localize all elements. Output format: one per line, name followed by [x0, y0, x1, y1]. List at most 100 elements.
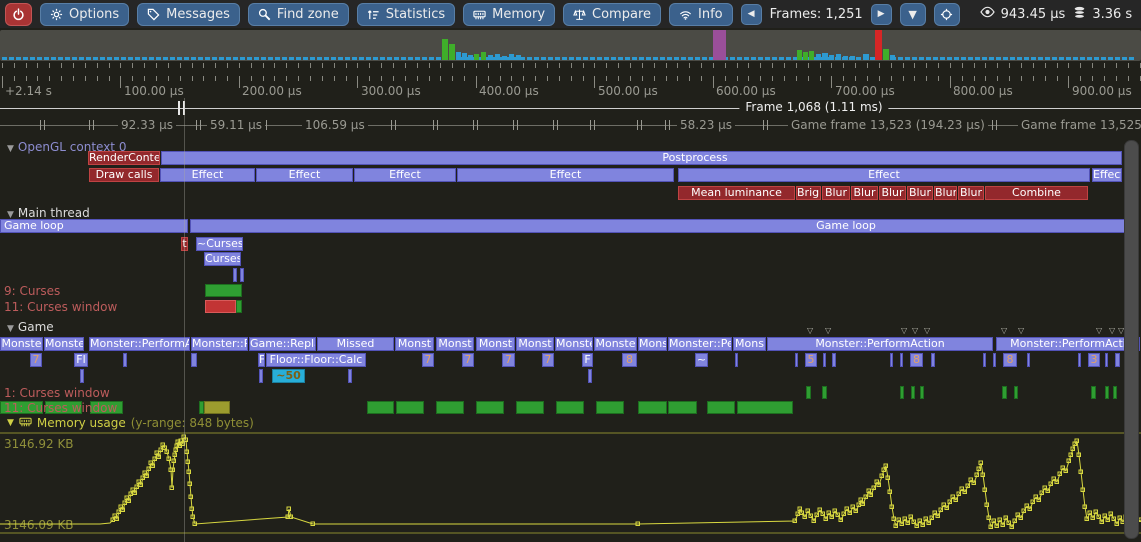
frame-histogram-bar[interactable] [289, 57, 294, 60]
frame-histogram-bar[interactable] [681, 57, 686, 60]
message-marker-icon[interactable]: ▽ [807, 327, 813, 335]
frame-histogram-bar[interactable] [674, 57, 679, 60]
frame-histogram-bar[interactable] [1052, 57, 1057, 60]
message-marker-icon[interactable]: ▽ [1096, 327, 1102, 335]
zone-bar[interactable]: RenderConte [88, 151, 160, 165]
frame-histogram-bar[interactable] [429, 57, 434, 60]
find-zone-button[interactable]: Find zone [248, 3, 349, 26]
frame-histogram-bar[interactable] [86, 57, 91, 60]
frame-histogram-bar[interactable] [919, 57, 924, 60]
zone-bar[interactable]: Effect [1092, 168, 1122, 182]
frame-histogram-bar[interactable] [261, 57, 266, 60]
frame-histogram-bar[interactable] [989, 57, 994, 60]
frame-separator-mark[interactable] [594, 120, 595, 130]
frame-histogram-bar[interactable] [37, 57, 42, 60]
zone-bar[interactable] [823, 353, 826, 367]
zone-bar[interactable] [191, 353, 197, 367]
frame-histogram-bar[interactable] [611, 57, 616, 60]
zone-bar[interactable]: Brigh [796, 186, 821, 200]
zone-bar[interactable]: Blur [958, 186, 984, 200]
frame-separator-mark[interactable] [437, 120, 438, 130]
compare-button[interactable]: Compare [563, 3, 661, 26]
frame-separator-mark[interactable] [196, 120, 197, 130]
frame-histogram-bar[interactable] [569, 57, 574, 60]
zone-bar[interactable]: Effect [256, 168, 353, 182]
frame-histogram-bar[interactable] [961, 57, 966, 60]
frame-histogram-bar[interactable] [1010, 57, 1015, 60]
frame-histogram-bar[interactable] [667, 57, 672, 60]
statistics-button[interactable]: Statistics [357, 3, 455, 26]
zone-bar[interactable]: Mons [733, 337, 766, 351]
frame-histogram-bar[interactable] [597, 57, 602, 60]
frame-histogram-bar[interactable] [836, 54, 841, 60]
frame-histogram-bar[interactable] [9, 57, 14, 60]
memory-section-header[interactable]: ▼ Memory usage (y-range: 848 bytes) [7, 415, 254, 431]
zone-bar[interactable] [1078, 353, 1081, 367]
frame-histogram-bar[interactable] [968, 57, 973, 60]
zone-bar[interactable]: 8 [910, 353, 923, 367]
info-button[interactable]: Info [669, 3, 733, 26]
lock-bar[interactable] [205, 300, 236, 313]
zone-bar[interactable]: Effect [160, 168, 255, 182]
zone-bar[interactable]: Combine [985, 186, 1088, 200]
focus-button[interactable] [934, 3, 960, 26]
frame-histogram-bar[interactable] [114, 57, 119, 60]
frame-histogram-bar[interactable] [233, 57, 238, 60]
frame-histogram-bar[interactable] [1094, 57, 1099, 60]
frame-histogram-bar[interactable] [481, 52, 486, 60]
frame-histogram-bar[interactable] [822, 53, 828, 60]
frame-histogram-bar[interactable] [534, 57, 539, 60]
zone-bar[interactable]: Fl [74, 353, 88, 367]
frame-histogram-bar[interactable] [247, 57, 252, 60]
zone-bar[interactable]: Monster::Pe [191, 337, 248, 351]
frame-histogram-bar[interactable] [58, 57, 63, 60]
collapse-triangle-icon[interactable]: ▼ [7, 324, 14, 334]
frame-histogram-bar[interactable] [890, 55, 895, 60]
frame-histogram-bar[interactable] [940, 57, 945, 60]
message-marker-icon[interactable]: ▽ [1018, 327, 1024, 335]
frame-histogram-bar[interactable] [1031, 57, 1036, 60]
frame-histogram-bar[interactable] [1045, 57, 1050, 60]
frame-histogram-bar[interactable] [121, 57, 126, 60]
frame-histogram-bar[interactable] [30, 57, 35, 60]
frame-histogram-bar[interactable] [352, 57, 357, 60]
frame-separator-label[interactable]: 106.59 µs [302, 118, 368, 132]
frame-histogram-bar[interactable] [198, 57, 203, 60]
zone-bar[interactable]: Monste [594, 337, 637, 351]
frame-histogram-bar[interactable] [296, 57, 301, 60]
frame-histogram-bar[interactable] [803, 52, 808, 60]
frame-histogram-bar[interactable] [16, 57, 21, 60]
zone-bar[interactable]: Blur [879, 186, 906, 200]
zone-bar[interactable]: Game::Replay [249, 337, 316, 351]
frame-histogram-bar[interactable] [758, 57, 763, 60]
frame-histogram-bar[interactable] [226, 57, 231, 60]
frame-histogram-bar[interactable] [695, 57, 700, 60]
frame-separator-label[interactable]: 92.33 µs [118, 118, 176, 132]
frame-histogram-bar[interactable] [730, 57, 735, 60]
zone-bar[interactable]: ~ [695, 353, 708, 367]
frame-histogram-bar[interactable] [212, 57, 217, 60]
frame-histogram-bar[interactable] [509, 54, 514, 60]
frame-histogram-bar[interactable] [1024, 57, 1029, 60]
zone-bar[interactable]: Monste [555, 337, 593, 351]
frame-histogram-bar[interactable] [751, 57, 756, 60]
frame-histogram-bar[interactable] [345, 57, 350, 60]
frame-histogram-bar[interactable] [816, 54, 821, 60]
options-button[interactable]: Options [40, 3, 129, 26]
frame-histogram-bar[interactable] [646, 57, 651, 60]
frame-histogram-bar[interactable] [975, 57, 980, 60]
zone-bar[interactable]: Blur [934, 186, 957, 200]
zone-bar[interactable]: Postprocess [161, 151, 1122, 165]
lock-bar[interactable] [516, 401, 544, 414]
zone-bar[interactable]: 8 [1003, 353, 1017, 367]
frame-histogram-bar[interactable] [786, 57, 791, 60]
frame-histogram-bar[interactable] [856, 57, 861, 60]
zone-bar[interactable]: Blur [851, 186, 878, 200]
memory-button[interactable]: Memory [463, 3, 555, 26]
zone-bar[interactable]: Effect [678, 168, 1090, 182]
lock-bar[interactable] [806, 386, 811, 399]
frame-overview-strip[interactable] [0, 30, 1141, 61]
lock-bar[interactable] [476, 401, 504, 414]
zone-bar[interactable] [832, 353, 836, 367]
frame-histogram-bar[interactable] [737, 57, 742, 60]
